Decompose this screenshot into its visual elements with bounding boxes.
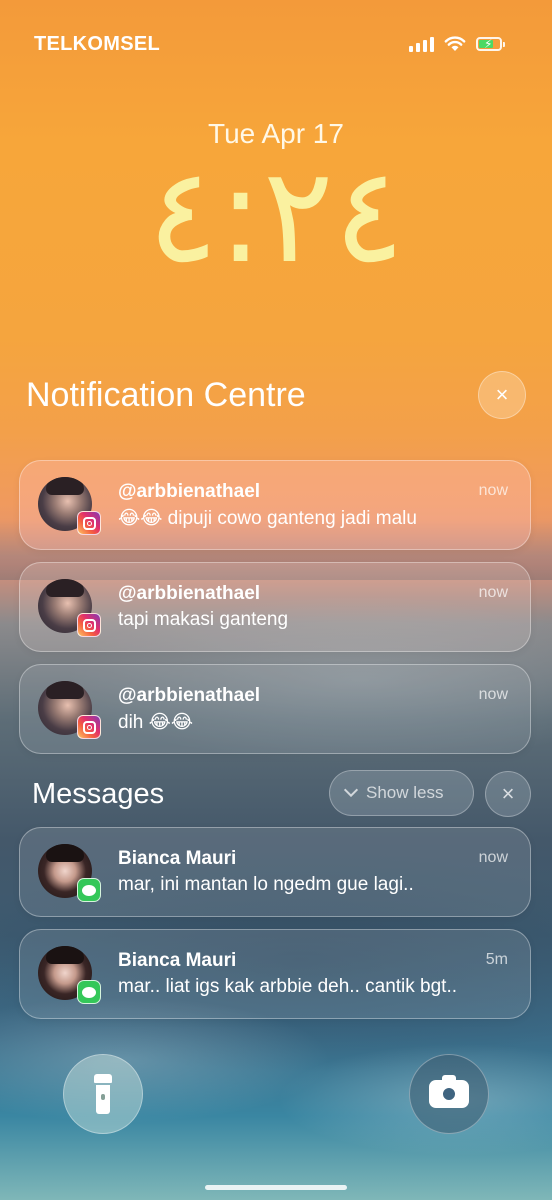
close-icon: ×	[495, 382, 509, 407]
instagram-icon	[77, 511, 101, 535]
notification-sender: @arbbienathael	[118, 481, 261, 502]
notification-message: mar, ini mantan lo ngedm gue lagi..	[118, 874, 414, 895]
status-bar: TELKOMSEL ⚡	[34, 30, 505, 58]
carrier-name: TELKOMSEL	[34, 32, 161, 55]
status-icons: ⚡	[409, 36, 505, 52]
notification-card-messages-2[interactable]: Bianca Mauri mar.. liat igs kak arbbie d…	[19, 929, 531, 1019]
battery-icon: ⚡	[476, 37, 505, 51]
lock-clock: ٤:٢٤	[147, 139, 405, 293]
home-indicator[interactable]	[205, 1185, 347, 1190]
messages-icon	[77, 980, 101, 1004]
charging-bolt-icon: ⚡	[484, 37, 493, 51]
clear-messages-button[interactable]: ×	[485, 771, 531, 817]
messages-group-title: Messages	[32, 778, 165, 810]
instagram-icon	[77, 715, 101, 739]
signal-icon	[409, 36, 434, 52]
notification-time: now	[478, 584, 508, 601]
notification-time: now	[478, 849, 508, 866]
notification-message: 😂😂 dipuji cowo ganteng jadi malu	[118, 508, 417, 529]
notification-centre-title: Notification Centre	[26, 376, 306, 414]
notification-time: 5m	[485, 951, 508, 968]
notification-sender: Bianca Mauri	[118, 950, 237, 971]
notification-time: now	[478, 482, 508, 499]
wifi-icon	[444, 36, 466, 51]
camera-icon	[429, 1075, 469, 1108]
notification-card-instagram-1[interactable]: @arbbienathael 😂😂 dipuji cowo ganteng ja…	[19, 460, 531, 550]
instagram-icon	[77, 613, 101, 637]
messages-icon	[77, 878, 101, 902]
clear-notifications-button[interactable]: ×	[478, 371, 526, 419]
notification-card-instagram-2[interactable]: @arbbienathael tapi makasi ganteng now	[19, 562, 531, 652]
chevron-down-icon	[343, 782, 359, 798]
notification-sender: @arbbienathael	[118, 583, 261, 604]
show-less-label: Show less	[366, 783, 444, 802]
notification-sender: Bianca Mauri	[118, 848, 237, 869]
notification-message: tapi makasi ganteng	[118, 609, 289, 630]
notification-message: dih 😂😂	[118, 712, 194, 733]
notification-sender: @arbbienathael	[118, 685, 261, 706]
camera-button[interactable]	[409, 1054, 489, 1134]
notification-card-messages-1[interactable]: Bianca Mauri mar, ini mantan lo ngedm gu…	[19, 827, 531, 917]
notification-card-instagram-3[interactable]: @arbbienathael dih 😂😂 now	[19, 664, 531, 754]
flashlight-button[interactable]	[63, 1054, 143, 1134]
close-icon: ×	[501, 781, 515, 806]
notification-message: mar.. liat igs kak arbbie deh.. cantik b…	[118, 976, 458, 997]
flashlight-icon	[94, 1074, 112, 1114]
notification-time: now	[478, 686, 508, 703]
show-less-button[interactable]: Show less	[329, 770, 474, 816]
